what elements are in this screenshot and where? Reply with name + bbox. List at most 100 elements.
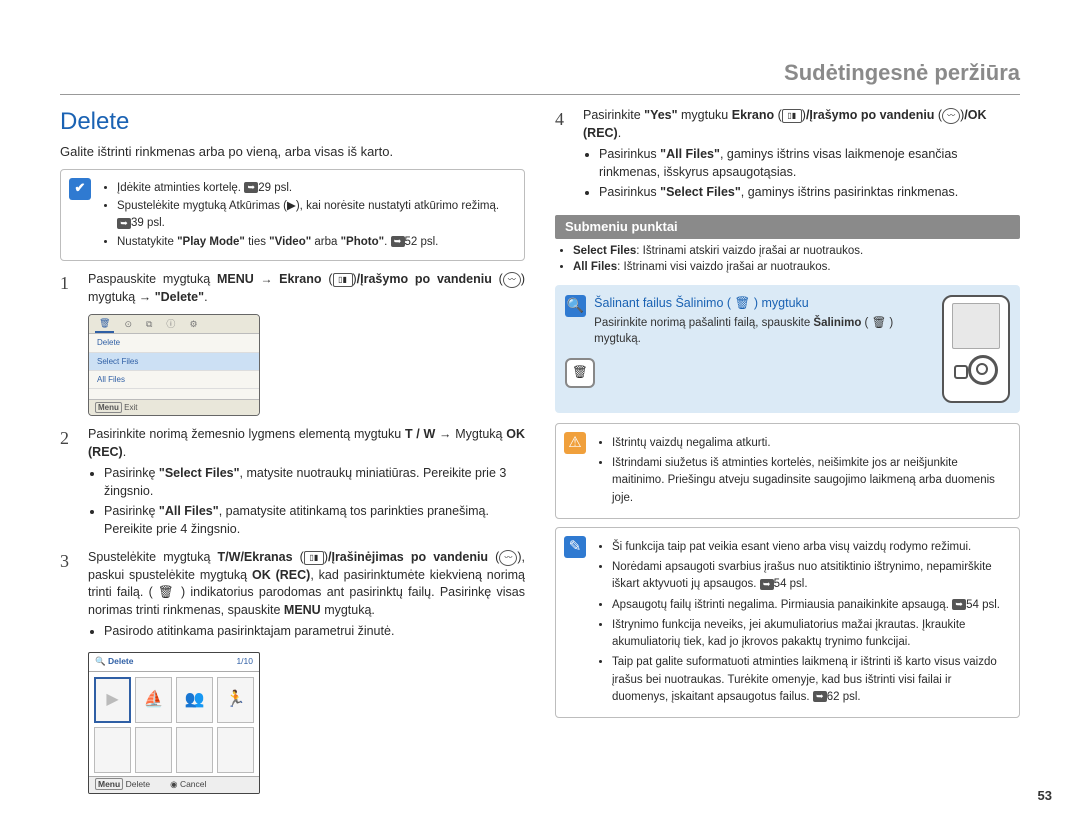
ui-screenshot-thumbs: 🔍 Delete 1/10 ▶ ⛵ 👥 🏃 Menu Delete ◉ Canc… [88,652,260,794]
s4suffix: . [618,126,621,140]
s4b2b: , gaminys ištrins pasirinktas rinkmenas. [741,185,958,199]
ui-screenshot-menu: 🗑⊙⧉ⓘ⚙ Delete Select Files All Files Menu… [88,314,260,416]
prereq-3-ref: 52 psl. [405,236,439,248]
menu-row-all-files: All Files [89,371,259,389]
warning-icon: ⚠ [564,432,586,454]
thumb [176,727,213,773]
s3-bullet: Pasirodo atitinkama pasirinktajam parame… [104,623,525,641]
step2-arrow: → Mygtuką [435,427,506,441]
warn-1: Ištrintų vaizdų negalima atkurti. [612,435,1009,452]
zoom-icon: 🔍 [95,656,106,666]
menu-row-select-files: Select Files [89,353,259,371]
thumb: ⛵ [135,677,172,723]
menu-foot-exit: Exit [124,403,137,412]
s3b2: OK (REC) [252,568,310,582]
ekrano-label: Ekrano [279,272,321,286]
step2-suffix: . [123,445,126,459]
sc2-foot-menu: Menu [95,778,123,790]
s2b1a: Pasirinkę [104,466,159,480]
arrow: → [254,272,279,286]
page-ref-icon: ➥ [244,182,258,193]
step-number: 3 [60,549,78,644]
step1-text: Paspauskite mygtuką [88,272,217,286]
page-ref-icon: ➥ [952,599,966,610]
page-ref-icon: ➥ [760,579,774,590]
note-4: Ištrynimo funkcija neveiks, jei akumulia… [612,617,1009,652]
step2-lead: Pasirinkite norimą žemesnio lygmens elem… [88,427,405,441]
note-2: Norėdami apsaugoti svarbius įrašus nuo a… [612,559,1009,594]
delete-label: "Delete" [155,290,204,304]
page-number: 53 [1038,788,1052,803]
step1-text2: mygtuką → [88,290,155,304]
submenu-heading: Submeniu punktai [555,215,1020,239]
submenu-item-2: All Files: Ištrinami visi vaizdo įrašai … [573,259,1020,275]
section-intro: Galite ištrinti rinkmenas arba po vieną,… [60,143,525,161]
section-title: Delete [60,105,525,139]
trash-button-graphic: 🗑 [565,358,595,388]
sc2-cancel: Cancel [180,779,206,789]
page-ref-icon: ➥ [391,236,405,247]
s4b1bold: "All Files" [660,147,720,161]
warn-2: Ištrindami siužetus iš atminties kortelė… [612,455,1009,507]
header-divider [60,94,1020,95]
step-number: 1 [60,271,78,306]
thumb [135,727,172,773]
s4yes: "Yes" [644,108,677,122]
tab-trash-icon: 🗑 [95,316,114,333]
thumb [217,727,254,773]
page-ref-icon: ➥ [117,218,131,229]
device-illustration [942,295,1010,403]
s3b1: T/W/Ekranas [218,550,293,564]
underwater-icon: 〰 [499,550,517,566]
underwater-icon: 〰 [503,272,521,288]
menu-label: MENU [217,272,254,286]
thumb: 🏃 [217,677,254,723]
page-ref-icon: ➥ [813,691,827,702]
tw-label: T / W [405,427,435,441]
underwater-icon: 〰 [942,108,960,124]
submenu-item-1: Select Files: Ištrinami atskiri vaizdo į… [573,243,1020,259]
callout-body: Pasirinkite norimą pašalinti failą, spau… [594,315,930,347]
s4a: Pasirinkite [583,108,644,122]
sc2-delete: Delete [126,779,151,789]
s3mid: /Įrašinėjimas po vandeniu [328,550,488,564]
s2b2a: Pasirinkę [104,504,159,518]
step1-suffix: . [204,290,207,304]
prereq-2: Spustelėkite mygtuką Atkūrimas (▶), kai … [117,200,499,212]
step-4: 4 Pasirinkite "Yes" mygtuku Ekrano (▯▮)/… [555,107,1020,205]
s4ek: Ekrano [732,108,774,122]
note-5: Taip pat galite suformatuoti atminties l… [612,654,1009,706]
warning-box: ⚠ Ištrintų vaizdų negalima atkurti. Ištr… [555,423,1020,519]
note-icon: ✎ [564,536,586,558]
step-3: 3 Spustelėkite mygtuką T/W/Ekranas (▯▮)/… [60,549,525,644]
sc2-title: Delete [108,656,134,666]
s4b2bold: "Select Files" [660,185,741,199]
note-1: Ši funkcija taip pat veikia esant vieno … [612,539,1009,556]
s3a: Spustelėkite mygtuką [88,550,218,564]
thumb [94,727,131,773]
zoom-icon: 🔍 [565,295,586,317]
note-box: ✎ Ši funkcija taip pat veikia esant vien… [555,527,1020,718]
prereq-1: Įdėkite atminties kortelę. [117,182,241,194]
menu-row-delete: Delete [89,334,259,352]
s3d: mygtuką. [321,603,375,617]
delete-button-callout: 🔍 Šalinant failus Šalinimo ( 🗑 ) mygtuku… [555,285,1020,413]
step-2: 2 Pasirinkite norimą žemesnio lygmens el… [60,426,525,541]
s2b2bold: "All Files" [159,504,219,518]
s3b3: MENU [284,603,321,617]
thumb-selected: ▶ [94,677,131,723]
note-3: Apsaugotų failų ištrinti negalima. Pirmi… [612,597,1009,614]
menu-foot-menu: Menu [95,402,122,413]
step-number: 4 [555,107,573,205]
prereq-3: Nustatykite "Play Mode" ties "Video" arb… [117,236,387,248]
s4b2a: Pasirinkus [599,185,660,199]
right-column: 4 Pasirinkite "Yes" mygtuku Ekrano (▯▮)/… [555,105,1020,798]
check-icon: ✔ [69,178,91,200]
step-1: 1 Paspauskite mygtuką MENU → Ekrano (▯▮)… [60,271,525,306]
prerequisite-box: ✔ Įdėkite atminties kortelę. ➥29 psl. Sp… [60,169,525,262]
display-icon: ▯▮ [333,273,353,287]
sc2-counter: 1/10 [236,656,253,668]
callout-title: Šalinant failus Šalinimo ( 🗑 ) mygtuku [594,295,930,313]
uw-label: /Įrašymo po vandeniu [357,272,492,286]
s4b1a: Pasirinkus [599,147,660,161]
